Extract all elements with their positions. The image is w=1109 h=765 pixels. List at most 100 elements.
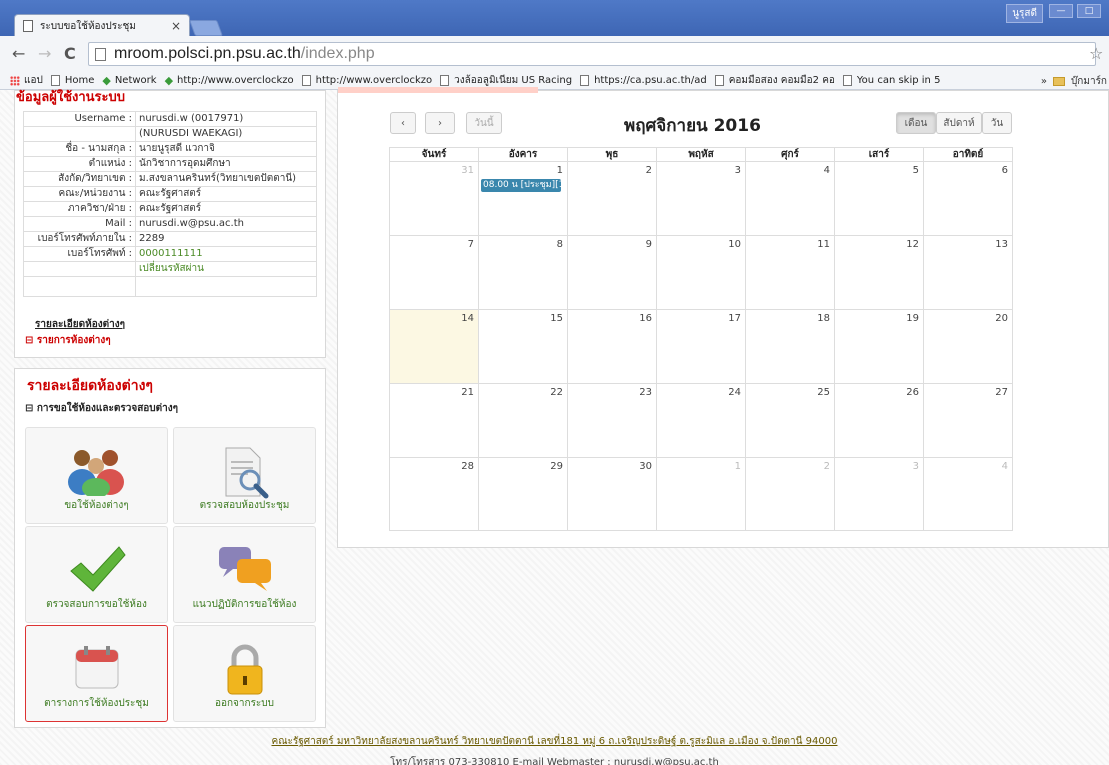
profile-user-badge[interactable]: นูรุสดี bbox=[1006, 4, 1043, 23]
calendar-event[interactable]: 08.00 น [ประชุม][1 bbox=[481, 179, 561, 192]
tile-meeting-schedule[interactable]: ตารางการใช้ห้องประชุม bbox=[25, 625, 168, 722]
calendar-day[interactable]: 8 bbox=[479, 236, 568, 309]
calendar-day[interactable]: 3 bbox=[835, 458, 924, 530]
bookmarks-folder-label[interactable]: บุ๊กมาร์ก bbox=[1071, 74, 1107, 89]
calendar-day[interactable]: 19 bbox=[835, 310, 924, 383]
calendar-day[interactable]: 3 bbox=[657, 162, 746, 235]
day-number: 30 bbox=[639, 461, 652, 472]
calendar-day[interactable]: 7 bbox=[390, 236, 479, 309]
room-details-link[interactable]: รายละเอียดห้องต่างๆ bbox=[35, 317, 125, 332]
reload-icon[interactable]: C bbox=[64, 44, 76, 63]
profile-key: เบอร์โทรศัพท์ภายใน : bbox=[23, 231, 136, 247]
maximize-button[interactable]: □ bbox=[1077, 4, 1101, 18]
profile-value: (NURUSDI WAEKAGI) bbox=[135, 126, 317, 142]
change-password-link[interactable]: เปลี่ยนรหัสผ่าน bbox=[135, 261, 317, 277]
calendar-day[interactable]: 30 bbox=[568, 458, 657, 530]
day-number: 17 bbox=[728, 313, 741, 324]
day-number: 28 bbox=[461, 461, 474, 472]
bookmark-label: วงล้ออลูมิเนียม US Racing bbox=[454, 75, 573, 86]
bookmark-item[interactable]: You can skip in 5 bbox=[842, 75, 940, 86]
day-number: 26 bbox=[906, 387, 919, 398]
calendar-day[interactable]: 26 bbox=[835, 384, 924, 457]
calendar-day[interactable]: 31 bbox=[390, 162, 479, 235]
calendar-day[interactable]: 25 bbox=[746, 384, 835, 457]
browser-tab[interactable]: ระบบขอใช้ห้องประชุม × bbox=[14, 14, 190, 37]
tile-request-room[interactable]: ขอใช้ห้องต่างๆ bbox=[25, 427, 168, 524]
calendar-day[interactable]: 27 bbox=[924, 384, 1012, 457]
calendar-view-month[interactable]: เดือน bbox=[896, 112, 936, 134]
profile-key: เบอร์โทรศัพท์ : bbox=[23, 246, 136, 262]
room-list-link[interactable]: ⊟ รายการห้องต่างๆ bbox=[25, 333, 111, 348]
calendar-week-row: 31 1 08.00 น [ประชุม][1 2 3 4 5 6 bbox=[389, 161, 1013, 235]
close-tab-icon[interactable]: × bbox=[171, 19, 181, 33]
calendar-day-today[interactable]: 14 bbox=[390, 310, 479, 383]
bookmark-item[interactable]: Home bbox=[50, 75, 94, 86]
tile-check-room-request[interactable]: ตรวจสอบการขอใช้ห้อง bbox=[25, 526, 168, 623]
calendar-day[interactable]: 5 bbox=[835, 162, 924, 235]
calendar-day[interactable]: 18 bbox=[746, 310, 835, 383]
weekday-label: อาทิตย์ bbox=[952, 149, 984, 160]
bookmark-item[interactable]: คอมมือสอง คอมมือ2 คอ bbox=[714, 73, 835, 88]
tab-title: ระบบขอใช้ห้องประชุม bbox=[40, 20, 136, 32]
calendar-day[interactable]: 23 bbox=[568, 384, 657, 457]
page-icon bbox=[50, 75, 60, 86]
calendar-day[interactable]: 2 bbox=[568, 162, 657, 235]
bookmark-star-icon[interactable]: ☆ bbox=[1089, 44, 1103, 63]
calendar-day[interactable]: 17 bbox=[657, 310, 746, 383]
calendar-day[interactable]: 29 bbox=[479, 458, 568, 530]
calendar-day[interactable]: 4 bbox=[924, 458, 1012, 530]
calendar-day[interactable]: 13 bbox=[924, 236, 1012, 309]
calendar-day[interactable]: 10 bbox=[657, 236, 746, 309]
address-bar[interactable]: mroom.polsci.pn.psu.ac.th/index.php bbox=[88, 42, 1096, 66]
footer-address[interactable]: คณะรัฐศาสตร์ มหาวิทยาลัยสงขลานครินทร์ วิ… bbox=[0, 734, 1109, 749]
calendar-day[interactable]: 21 bbox=[390, 384, 479, 457]
day-number: 12 bbox=[906, 239, 919, 250]
calendar-day[interactable]: 24 bbox=[657, 384, 746, 457]
calendar-day[interactable]: 6 bbox=[924, 162, 1012, 235]
calendar-day[interactable]: 4 bbox=[746, 162, 835, 235]
bookmark-item[interactable]: วงล้ออลูมิเนียม US Racing bbox=[440, 73, 572, 88]
calendar-day[interactable]: 20 bbox=[924, 310, 1012, 383]
calendar-day[interactable]: 9 bbox=[568, 236, 657, 309]
calendar-day[interactable]: 28 bbox=[390, 458, 479, 530]
tile-logout[interactable]: ออกจากระบบ bbox=[173, 625, 316, 722]
bookmarks-more-icon[interactable]: » bbox=[1041, 76, 1047, 87]
calendar-day[interactable]: 15 bbox=[479, 310, 568, 383]
forward-icon[interactable]: → bbox=[38, 44, 51, 63]
profile-row: Username : nurusdi.w (0017971) bbox=[23, 111, 317, 127]
calendar-view-day[interactable]: วัน bbox=[982, 112, 1012, 134]
tile-room-guidelines[interactable]: แนวปฏิบัติการขอใช้ห้อง bbox=[173, 526, 316, 623]
day-number: 20 bbox=[995, 313, 1008, 324]
calendar-next-button[interactable]: › bbox=[425, 112, 455, 134]
calendar-view-week[interactable]: สัปดาห์ bbox=[936, 112, 982, 134]
day-number: 22 bbox=[550, 387, 563, 398]
calendar-today-button[interactable]: วันนี้ bbox=[466, 112, 502, 134]
bookmark-item[interactable]: https://ca.psu.ac.th/ad bbox=[580, 75, 707, 86]
calendar-day[interactable]: 16 bbox=[568, 310, 657, 383]
profile-panel: Username : nurusdi.w (0017971) (NURUSDI WA… bbox=[14, 90, 326, 358]
profile-row: Mail : nurusdi.w@psu.ac.th bbox=[23, 216, 317, 232]
new-tab-button[interactable] bbox=[189, 20, 223, 36]
calendar-day[interactable]: 11 bbox=[746, 236, 835, 309]
rooms-title: รายละเอียดห้องต่างๆ bbox=[27, 378, 153, 394]
bookmark-item[interactable]: http://www.overclockzo bbox=[301, 75, 432, 86]
day-number: 21 bbox=[461, 387, 474, 398]
minimize-button[interactable]: — bbox=[1049, 4, 1073, 18]
profile-row: ภาควิชา/ฝ่าย : คณะรัฐศาสตร์ bbox=[23, 201, 317, 217]
back-icon[interactable]: ← bbox=[12, 44, 25, 63]
bookmark-item[interactable]: ◆ http://www.overclockzo bbox=[165, 74, 294, 87]
weekday-label: เสาร์ bbox=[835, 148, 924, 161]
tile-check-meeting-room[interactable]: ตรวจสอบห้องประชุม bbox=[173, 427, 316, 524]
calendar-day[interactable]: 22 bbox=[479, 384, 568, 457]
weekday-label: พฤหัส bbox=[657, 148, 746, 161]
calendar-day[interactable]: 1 bbox=[657, 458, 746, 530]
calendar-day[interactable]: 12 bbox=[835, 236, 924, 309]
day-number: 10 bbox=[728, 239, 741, 250]
calendar-day[interactable]: 1 08.00 น [ประชุม][1 bbox=[479, 162, 568, 235]
calendar-header-cut bbox=[338, 87, 538, 93]
calendar-prev-button[interactable]: ‹ bbox=[390, 112, 416, 134]
profile-key: ภาควิชา/ฝ่าย : bbox=[23, 201, 136, 217]
day-number: 29 bbox=[550, 461, 563, 472]
weekday-label: ศุกร์ bbox=[746, 148, 835, 161]
calendar-day[interactable]: 2 bbox=[746, 458, 835, 530]
